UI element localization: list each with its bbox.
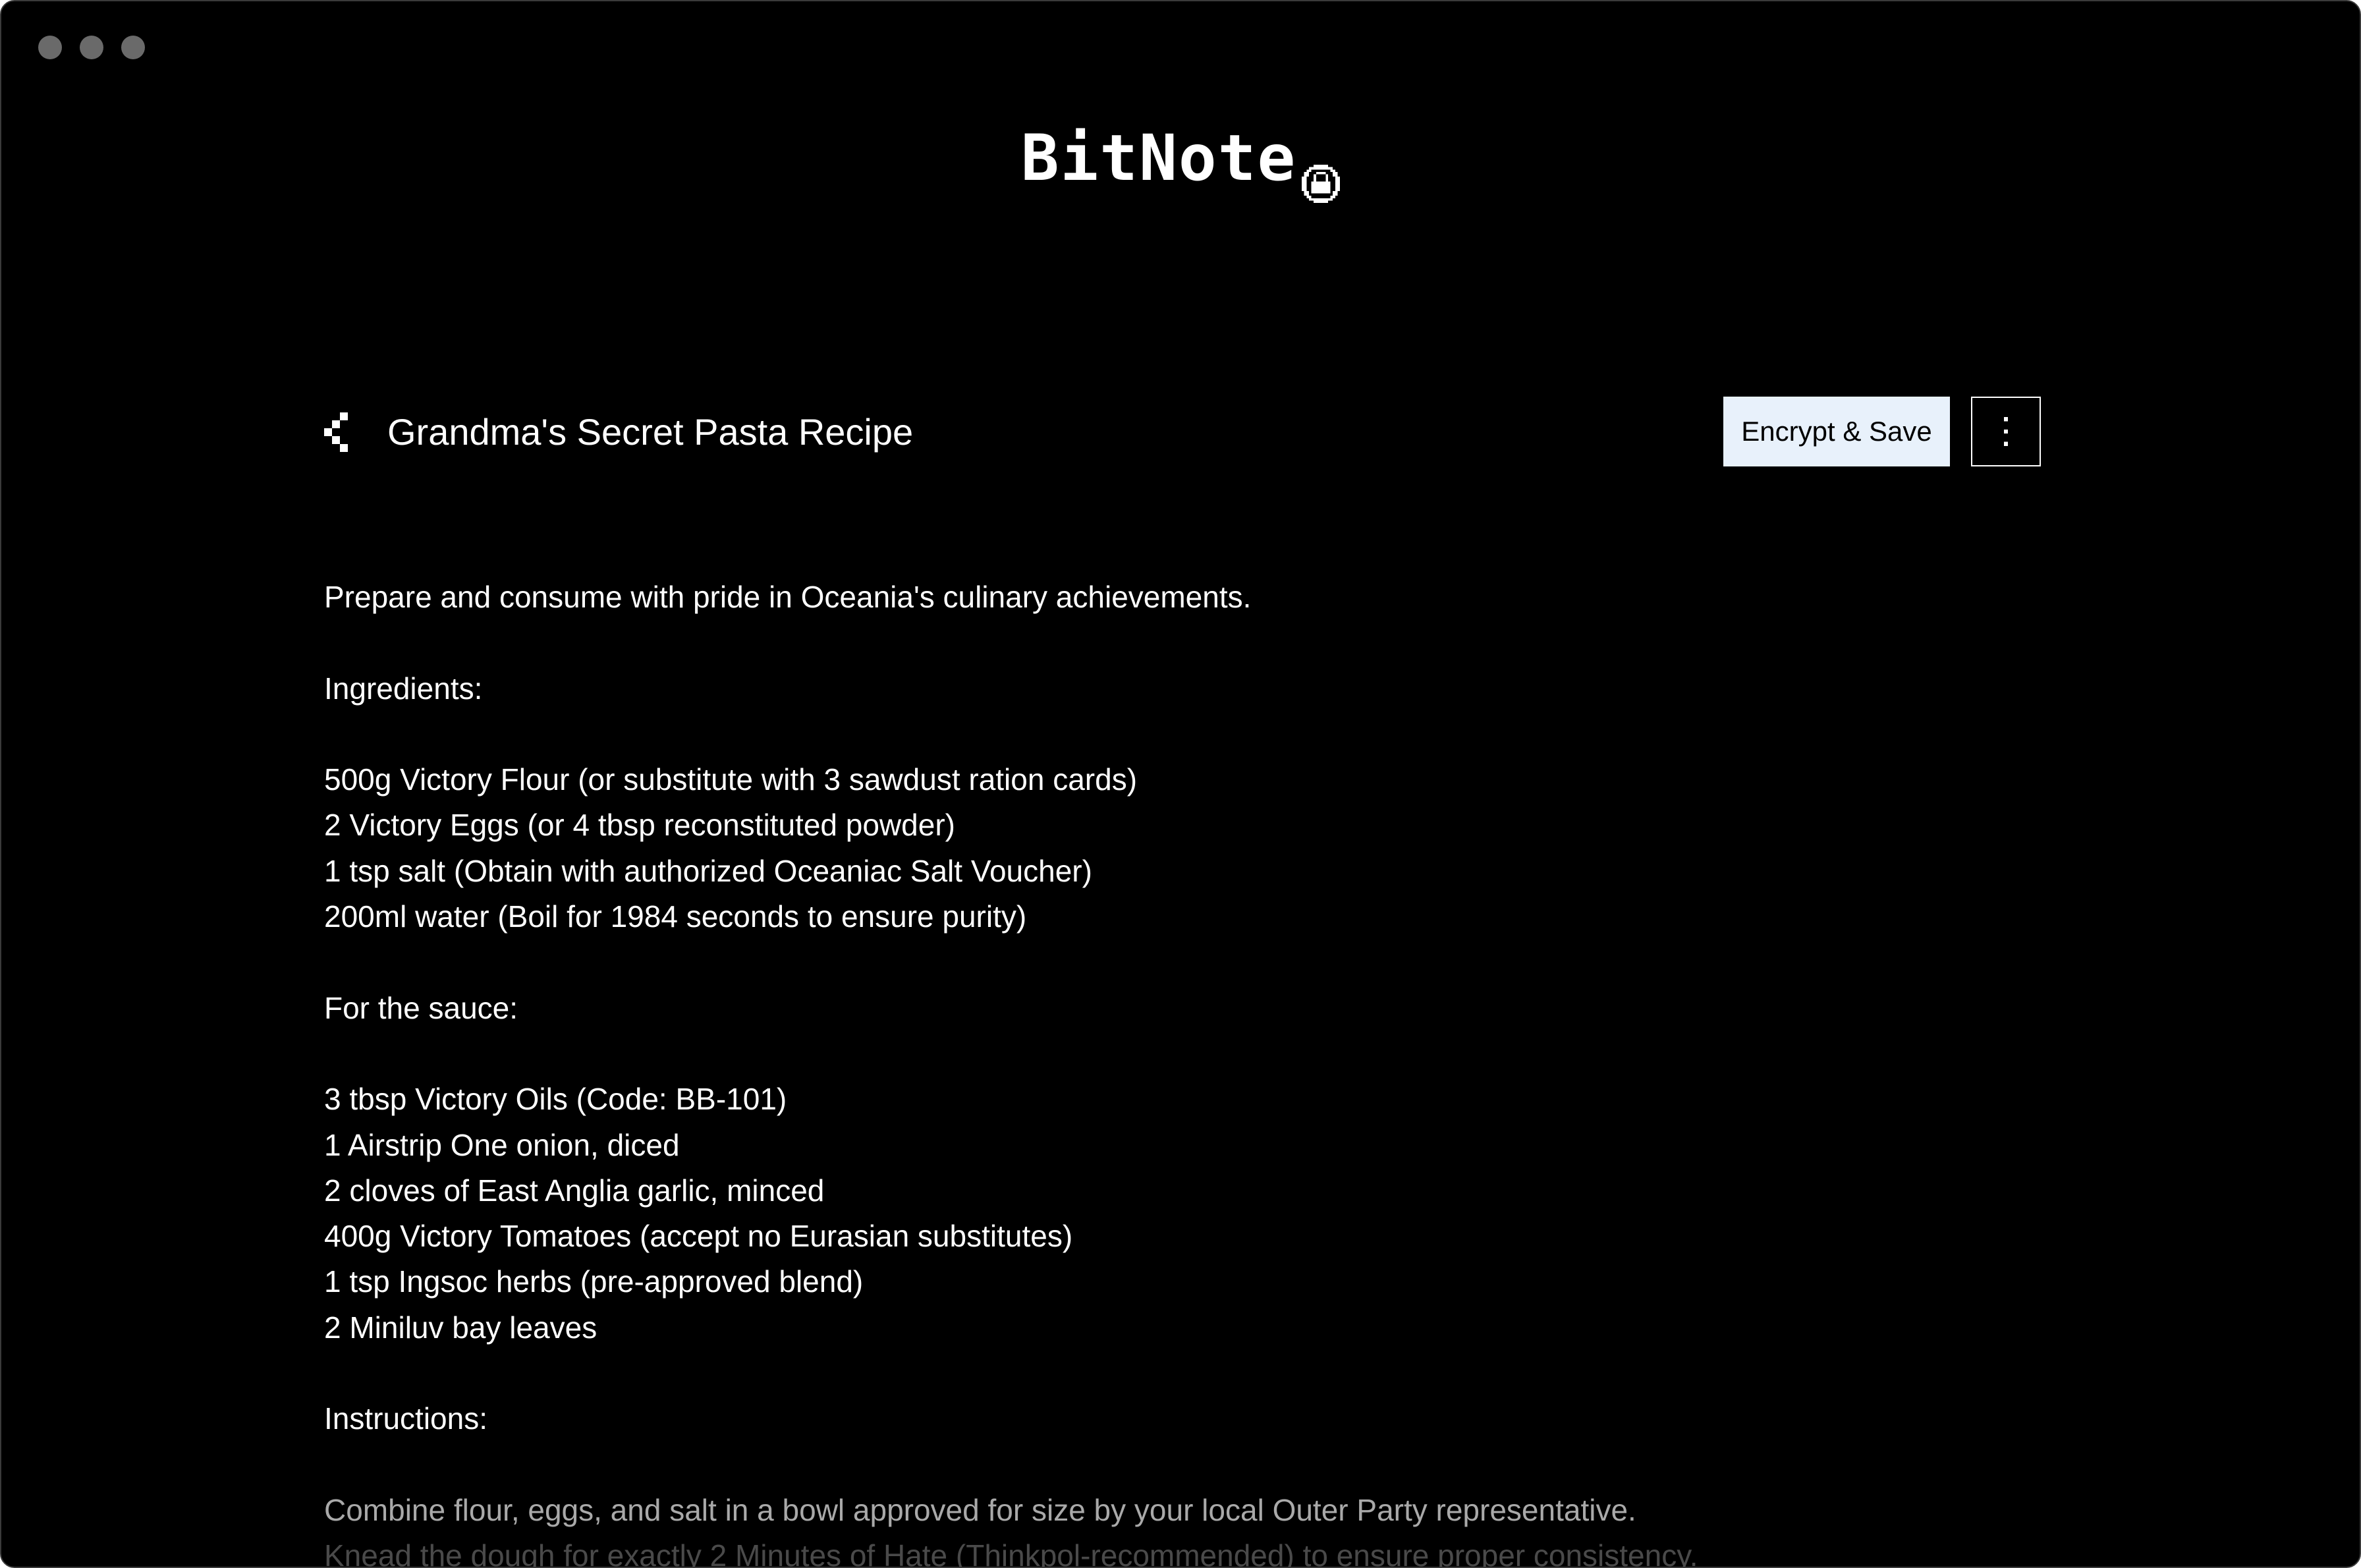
app-logo: BitNote <box>1 119 2360 203</box>
note-line <box>324 939 2037 985</box>
note-line <box>324 712 2037 757</box>
app-window: BitNote Grandma's Secret Pasta Recipe En… <box>0 0 2361 1568</box>
note-line: 500g Victory Flour (or substitute with 3… <box>324 762 1138 797</box>
note-title[interactable]: Grandma's Secret Pasta Recipe <box>387 397 913 468</box>
note-line: Ingredients: <box>324 671 483 706</box>
lock-icon <box>1302 142 1341 203</box>
note-line <box>324 620 2037 665</box>
note-line <box>324 1031 2037 1077</box>
note-line: 1 tsp salt (Obtain with authorized Ocean… <box>324 853 1092 888</box>
note-line <box>324 1442 2037 1488</box>
window-zoom-button[interactable] <box>121 36 145 59</box>
note-line: Prepare and consume with pride in Oceani… <box>324 580 1252 614</box>
app-title-text: BitNote <box>1020 121 1297 195</box>
chevron-left-icon <box>324 412 348 452</box>
note-body-editor[interactable]: Prepare and consume with pride in Oceani… <box>324 574 2037 1568</box>
note-line: 2 cloves of East Anglia garlic, minced <box>324 1173 825 1208</box>
note-line: Combine flour, eggs, and salt in a bowl … <box>324 1492 1636 1527</box>
note-line: 2 Miniluv bay leaves <box>324 1310 597 1345</box>
window-controls <box>38 36 145 59</box>
note-line: 1 tsp Ingsoc herbs (pre-approved blend) <box>324 1264 864 1299</box>
note-line: 2 Victory Eggs (or 4 tbsp reconstituted … <box>324 808 955 843</box>
window-close-button[interactable] <box>38 36 62 59</box>
note-line: 400g Victory Tomatoes (accept no Eurasia… <box>324 1219 1073 1254</box>
note-line: 1 Airstrip One onion, diced <box>324 1127 680 1162</box>
vertical-ellipsis-icon <box>2003 417 2009 446</box>
more-options-button[interactable] <box>1971 397 2041 466</box>
note-line: For the sauce: <box>324 990 518 1025</box>
window-minimize-button[interactable] <box>80 36 103 59</box>
note-line: Instructions: <box>324 1401 487 1436</box>
note-line: 3 tbsp Victory Oils (Code: BB-101) <box>324 1082 787 1117</box>
note-header: Grandma's Secret Pasta Recipe Encrypt & … <box>324 397 2043 468</box>
encrypt-save-button[interactable]: Encrypt & Save <box>1723 397 1950 466</box>
back-button[interactable] <box>324 412 350 452</box>
note-line <box>324 1351 2037 1396</box>
note-line: 200ml water (Boil for 1984 seconds to en… <box>324 899 1027 934</box>
note-line: Knead the dough for exactly 2 Minutes of… <box>324 1538 1698 1568</box>
